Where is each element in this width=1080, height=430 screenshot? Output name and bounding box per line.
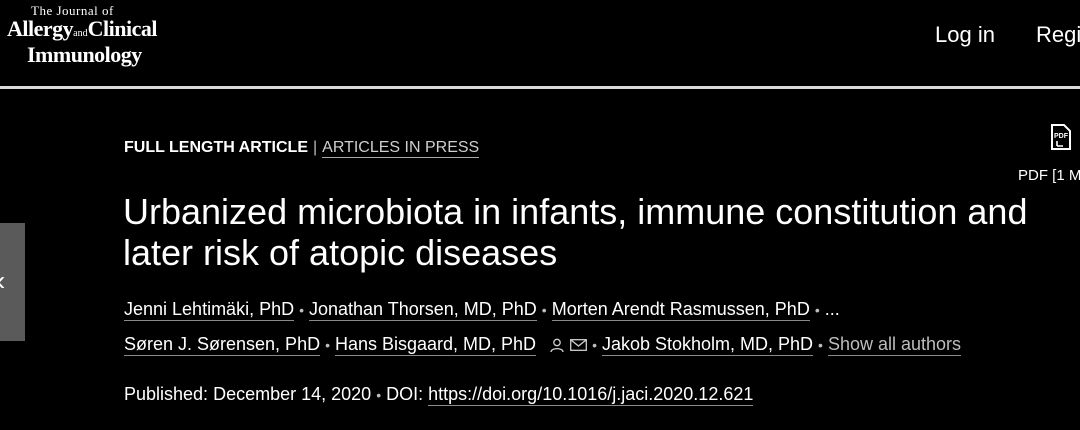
author-separator: • [299, 302, 304, 318]
show-all-authors-link[interactable]: Show all authors [827, 334, 962, 356]
published-label: Published: [124, 384, 209, 404]
site-header: The Journal of AllergyandClinical Immuno… [0, 0, 1080, 86]
authors-row-1: Jenni Lehtimäki, PhD • Jonathan Thorsen, M… [124, 299, 840, 321]
envelope-icon[interactable] [570, 339, 588, 352]
header-divider [0, 86, 1080, 89]
pdf-icon[interactable]: PDF [1049, 124, 1071, 150]
logo-line-3: Immunology [27, 42, 142, 67]
login-link[interactable]: Log in [935, 22, 995, 48]
type-separator: | [312, 139, 318, 156]
articles-in-press-link[interactable]: ARTICLES IN PRESS [322, 139, 480, 158]
logo-word-and: and [73, 28, 88, 39]
authors-ellipsis: ... [824, 299, 840, 319]
pdf-download-link[interactable]: PDF [1 MB] [1018, 167, 1080, 184]
doi-label: DOI: [386, 384, 424, 404]
pub-separator: • [376, 387, 382, 403]
chevron-left-icon: ‹ [0, 267, 5, 295]
author-separator: • [541, 302, 547, 318]
author-link[interactable]: Søren J. Sørensen, PhD [124, 334, 321, 356]
author-separator: • [818, 337, 823, 353]
logo-word-allergy: Allergy [7, 16, 74, 41]
publication-info: Published: December 14, 2020 • DOI: https:… [124, 384, 754, 406]
side-panel-toggle[interactable]: ‹ [0, 223, 25, 341]
author-link[interactable]: Jakob Stokholm, MD, PhD [601, 334, 814, 356]
author-link[interactable]: Jonathan Thorsen, MD, PhD [309, 299, 537, 321]
author-separator: • [592, 337, 597, 353]
authors-row-2: Søren J. Sørensen, PhD • Hans Bisgaard, MD… [124, 334, 962, 356]
author-link[interactable]: Hans Bisgaard, MD, PhD [334, 334, 537, 356]
register-link[interactable]: Register [1036, 22, 1080, 48]
svg-text:PDF: PDF [1054, 133, 1069, 140]
article-title: Urbanized microbiota in infants, immune … [123, 191, 1028, 273]
published-date: December 14, 2020 [213, 384, 372, 404]
article-type-line: FULL LENGTH ARTICLE | ARTICLES IN PRESS [124, 139, 480, 158]
doi-link[interactable]: https://doi.org/10.1016/j.jaci.2020.12.6… [428, 384, 754, 406]
author-link[interactable]: Morten Arendt Rasmussen, PhD [551, 299, 810, 321]
article-type: FULL LENGTH ARTICLE [124, 139, 308, 156]
author-separator: • [325, 337, 330, 353]
author-link[interactable]: Jenni Lehtimäki, PhD [124, 299, 295, 321]
logo-word-clinical: Clinical [87, 16, 158, 41]
person-icon[interactable] [550, 338, 564, 353]
logo-line-2: AllergyandClinical [7, 18, 157, 40]
author-separator: • [814, 302, 820, 318]
